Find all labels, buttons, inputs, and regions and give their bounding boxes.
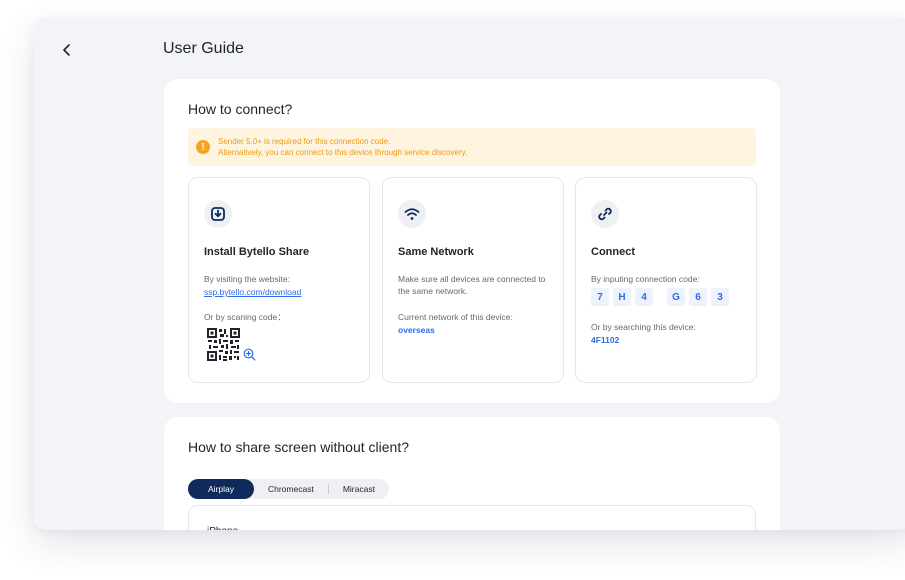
share-title: How to share screen without client? — [188, 439, 409, 455]
notice-line-2: Alternatively, you can connect to this d… — [218, 148, 468, 157]
step-text: Or by searching this device: — [591, 322, 696, 332]
network-name: overseas — [398, 325, 435, 335]
code-char: G — [667, 288, 685, 306]
code-char: 4 — [635, 288, 653, 306]
back-button[interactable] — [57, 40, 77, 60]
step-text: Or by scaning code： — [204, 312, 286, 322]
step-install: Install Bytello Share By visiting the we… — [188, 177, 370, 383]
step-title: Same Network — [398, 246, 474, 258]
device-guide-title: iPhone — [207, 526, 238, 530]
step-text: By inputing connection code: — [591, 274, 700, 284]
connect-title: How to connect? — [188, 101, 293, 117]
link-icon — [591, 200, 619, 228]
zoom-in-icon[interactable] — [243, 348, 256, 361]
download-icon — [204, 200, 232, 228]
step-text: By visiting the website: — [204, 274, 290, 284]
info-icon: ! — [196, 140, 210, 154]
code-char: 7 — [591, 288, 609, 306]
download-link[interactable]: ssp.bytello.com/download — [204, 286, 359, 298]
page-title: User Guide — [163, 40, 244, 57]
chevron-left-icon — [63, 44, 70, 56]
connect-card: How to connect? ! Sender 5.0+ is require… — [164, 79, 780, 403]
step-text: Current network of this device: — [398, 312, 513, 322]
device-guide-card: iPhone — [188, 505, 756, 530]
app-window: User Guide How to connect? ! Sender 5.0+… — [33, 18, 905, 530]
notice-banner: ! Sender 5.0+ is required for this conne… — [188, 128, 756, 166]
notice-text: Sender 5.0+ is required for this connect… — [218, 136, 467, 158]
qr-code — [207, 328, 240, 361]
step-title: Install Bytello Share — [204, 246, 310, 258]
tab-chromecast[interactable]: Chromecast — [254, 479, 328, 499]
device-name: 4F1102 — [591, 335, 620, 345]
code-char: 6 — [689, 288, 707, 306]
tab-miracast[interactable]: Miracast — [329, 479, 389, 499]
code-char: H — [613, 288, 631, 306]
step-network: Same Network Make sure all devices are c… — [382, 177, 564, 383]
notice-line-1: Sender 5.0+ is required for this connect… — [218, 137, 391, 146]
share-card: How to share screen without client? Airp… — [164, 417, 780, 530]
code-char: 3 — [711, 288, 729, 306]
qr-code-area — [207, 328, 256, 361]
tab-airplay[interactable]: Airplay — [188, 479, 254, 499]
share-tabs: Airplay Chromecast Miracast — [188, 479, 389, 499]
step-title: Connect — [591, 246, 635, 258]
step-text: Make sure all devices are connected to t… — [398, 274, 546, 296]
step-connect: Connect By inputing connection code: 7 H… — [575, 177, 757, 383]
connection-code: 7 H 4 G 6 3 — [591, 288, 729, 306]
wifi-icon — [398, 200, 426, 228]
